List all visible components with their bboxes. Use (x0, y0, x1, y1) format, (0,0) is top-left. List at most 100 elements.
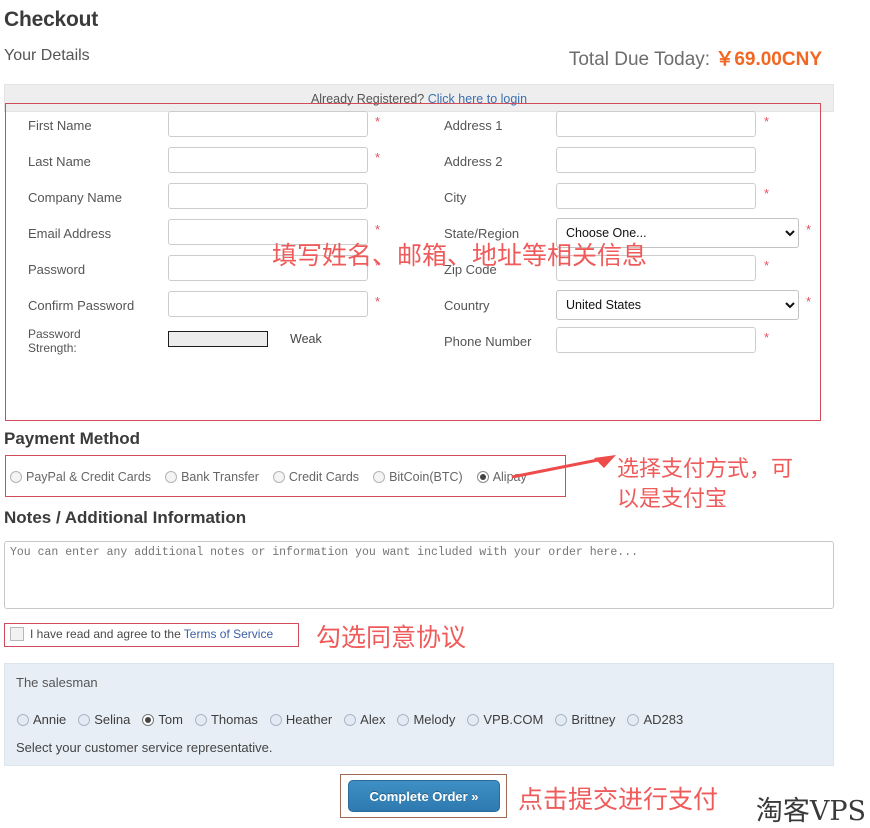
radio-icon[interactable] (142, 713, 155, 726)
required-marker: * (375, 150, 381, 165)
salesman-option-alex[interactable]: Alex (344, 712, 385, 727)
field-first-name: First Name * (28, 110, 428, 146)
salesman-option-ad283[interactable]: AD283 (627, 712, 683, 727)
login-link[interactable]: Click here to login (428, 92, 527, 106)
complete-order-button[interactable]: Complete Order » (348, 780, 500, 812)
radio-icon[interactable] (476, 471, 489, 483)
radio-icon[interactable] (165, 471, 178, 483)
zip-code-input[interactable] (556, 255, 756, 281)
checkbox-icon[interactable] (10, 627, 24, 641)
salesman-option-melody[interactable]: Melody (397, 712, 455, 727)
salesman-option-label: Brittney (571, 712, 616, 727)
required-marker: * (764, 114, 770, 129)
payment-option-paypal[interactable]: PayPal & Credit Cards (10, 470, 151, 484)
radio-icon[interactable] (344, 713, 357, 726)
total-due: Total Due Today: ￥69.00CNY (569, 44, 822, 71)
payment-option-credit-cards[interactable]: Credit Cards (272, 470, 360, 484)
radio-icon[interactable] (269, 713, 282, 726)
field-last-name: Last Name * (28, 146, 428, 182)
password-strength-value: Weak (290, 332, 322, 346)
field-label: Phone Number (444, 334, 532, 349)
salesman-option-heather[interactable]: Heather (269, 712, 333, 727)
notes-textarea[interactable] (4, 541, 834, 609)
salesman-option-annie[interactable]: Annie (17, 712, 66, 727)
company-name-input[interactable] (168, 183, 368, 209)
radio-icon[interactable] (78, 713, 91, 726)
already-registered-bar: Already Registered? Click here to login (4, 84, 834, 112)
total-due-amount: ￥69.00CNY (715, 49, 822, 70)
state-region-select[interactable]: Choose One... (556, 218, 799, 248)
salesman-option-label: Selina (94, 712, 131, 727)
field-zip-code: Zip Code * (444, 254, 844, 290)
required-marker: * (375, 222, 381, 237)
payment-method-heading: Payment Method (4, 429, 141, 448)
annotation-choose-payment: 选择支付方式，可 以是支付宝 (617, 455, 793, 515)
notes-heading: Notes / Additional Information (4, 508, 247, 527)
email-address-input[interactable] (168, 219, 368, 245)
radio-icon[interactable] (272, 471, 285, 483)
terms-of-service-link[interactable]: Terms of Service (184, 627, 273, 641)
total-due-label: Total Due Today: (568, 49, 711, 70)
address-2-input[interactable] (556, 147, 756, 173)
salesman-option-thomas[interactable]: Thomas (194, 712, 258, 727)
password-strength-label-line2: Strength: (28, 341, 77, 355)
payment-option-label: Credit Cards (288, 470, 360, 484)
required-marker: * (375, 258, 381, 273)
terms-text: I have read and agree to the (30, 627, 181, 641)
radio-icon[interactable] (627, 713, 640, 726)
field-label: Confirm Password (28, 298, 135, 313)
salesman-option-brittney[interactable]: Brittney (555, 712, 615, 727)
radio-icon[interactable] (194, 713, 207, 726)
payment-option-label: BitCoin(BTC) (389, 470, 463, 484)
payment-option-alipay[interactable]: Alipay (476, 470, 527, 484)
salesman-option-selina[interactable]: Selina (78, 712, 130, 727)
field-label: City (444, 190, 467, 205)
required-marker: * (375, 294, 381, 309)
radio-icon[interactable] (397, 713, 410, 726)
radio-icon[interactable] (373, 471, 386, 483)
required-marker: * (764, 186, 770, 201)
password-input[interactable] (168, 255, 368, 281)
field-label: Address 1 (444, 118, 503, 133)
radio-icon[interactable] (10, 471, 22, 483)
field-state-region: State/Region Choose One... * (444, 218, 844, 254)
password-strength-bar (168, 331, 268, 347)
salesman-option-label: Annie (33, 712, 67, 727)
required-marker: * (764, 330, 770, 345)
radio-icon[interactable] (555, 713, 568, 726)
field-password-strength: Password Strength: Weak (28, 326, 428, 362)
already-registered-text: Already Registered? (310, 92, 425, 106)
field-phone-number: Phone Number * (444, 326, 844, 362)
salesman-option-label: VPB.COM (483, 712, 544, 727)
payment-option-bank-transfer[interactable]: Bank Transfer (165, 470, 259, 484)
field-label: Last Name (28, 154, 91, 169)
salesman-option-label: Tom (158, 712, 183, 727)
radio-icon[interactable] (17, 713, 29, 726)
payment-method-options: PayPal & Credit Cards Bank Transfer Cred… (10, 470, 570, 484)
city-input[interactable] (556, 183, 756, 209)
salesman-option-label: Heather (285, 712, 333, 727)
checkout-page: Checkout Your Details Total Due Today: ￥… (0, 0, 870, 827)
payment-option-label: PayPal & Credit Cards (26, 470, 152, 484)
phone-number-input[interactable] (556, 327, 756, 353)
details-form-left-column: First Name * Last Name * Company Name Em… (28, 110, 428, 362)
field-label: Password (28, 262, 86, 277)
required-marker: * (375, 114, 381, 129)
confirm-password-input[interactable] (168, 291, 368, 317)
terms-of-service-row[interactable]: I have read and agree to the Terms of Se… (10, 627, 273, 641)
salesman-option-vpbcom[interactable]: VPB.COM (467, 712, 543, 727)
field-label: Country (444, 298, 490, 313)
payment-option-bitcoin[interactable]: BitCoin(BTC) (373, 470, 463, 484)
page-title: Checkout (4, 8, 99, 31)
radio-icon[interactable] (467, 713, 480, 726)
salesman-option-label: AD283 (643, 712, 684, 727)
last-name-input[interactable] (168, 147, 368, 173)
salesman-option-tom[interactable]: Tom (142, 712, 183, 727)
your-details-heading: Your Details (4, 47, 90, 64)
field-country: Country United States * (444, 290, 844, 326)
salesman-hint: Select your customer service representat… (16, 740, 273, 755)
country-select[interactable]: United States (556, 290, 799, 320)
first-name-input[interactable] (168, 111, 368, 137)
address-1-input[interactable] (556, 111, 756, 137)
field-label: Company Name (28, 190, 122, 205)
